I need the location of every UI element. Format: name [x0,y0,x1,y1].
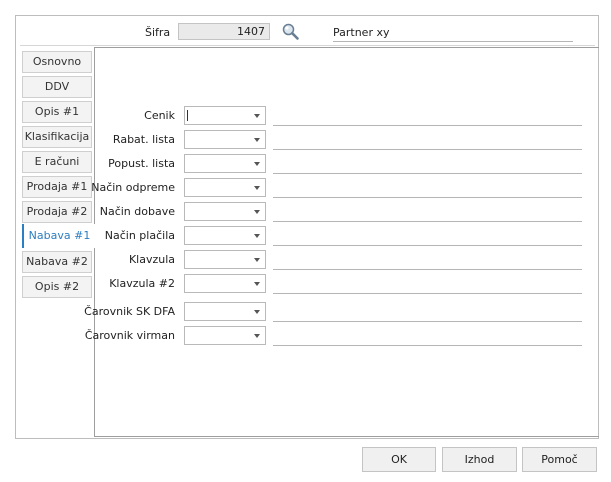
ok-button[interactable]: OK [362,447,436,472]
tab-nabava-1[interactable]: Nabava #1 [22,224,95,248]
field-label-nacin-dobave: Način dobave [99,205,175,218]
partner-underline [333,41,573,42]
tab-opis-1[interactable]: Opis #1 [22,101,92,123]
carovnik-sk-dfa-description [273,321,582,322]
klavzula-description [273,269,582,270]
chevron-down-icon [254,210,260,214]
exit-button[interactable]: Izhod [442,447,517,472]
klavzula-2-select[interactable] [184,274,266,293]
carovnik-virman-description [273,345,582,346]
cenik-select[interactable] [184,106,266,125]
field-label-nacin-odpreme: Način odpreme [91,181,175,194]
partner-name: Partner xy [333,26,390,39]
popust-lista-select[interactable] [184,154,266,173]
field-label-cenik: Cenik [144,109,175,122]
rabat-lista-description [273,149,582,150]
tab-strip: Osnovno DDV Opis #1 Klasifikacija E raču… [22,47,95,437]
chevron-down-icon [254,114,260,118]
nacin-placila-description [273,245,582,246]
help-button[interactable]: Pomoč [522,447,597,472]
tab-content-panel [94,47,599,437]
field-label-carovnik-virman: Čarovnik virman [84,329,175,342]
field-label-klavzula: Klavzula [128,253,175,266]
cenik-description [273,125,582,126]
carovnik-virman-select[interactable] [184,326,266,345]
field-label-rabat-lista: Rabat. lista [112,133,175,146]
chevron-down-icon [254,310,260,314]
tab-osnovno[interactable]: Osnovno [22,51,92,73]
field-label-klavzula-2: Klavzula #2 [109,277,175,290]
klavzula-select[interactable] [184,250,266,269]
popust-lista-description [273,173,582,174]
nacin-odpreme-description [273,197,582,198]
tab-prodaja-2[interactable]: Prodaja #2 [22,201,92,223]
search-icon[interactable] [281,22,301,42]
tab-nabava-2[interactable]: Nabava #2 [22,251,92,273]
chevron-down-icon [254,234,260,238]
chevron-down-icon [254,258,260,262]
tab-klasifikacija[interactable]: Klasifikacija [22,126,92,148]
field-label-nacin-placila: Način plačila [104,229,175,242]
chevron-down-icon [254,138,260,142]
nacin-dobave-select[interactable] [184,202,266,221]
text-caret [187,110,188,121]
sifra-field[interactable]: 1407 [178,23,270,40]
nacin-placila-select[interactable] [184,226,266,245]
sifra-label: Šifra [145,26,171,39]
tab-e-racuni[interactable]: E računi [22,151,92,173]
tab-opis-2[interactable]: Opis #2 [22,276,92,298]
nacin-dobave-description [273,221,582,222]
carovnik-sk-dfa-select[interactable] [184,302,266,321]
nacin-odpreme-select[interactable] [184,178,266,197]
chevron-down-icon [254,282,260,286]
chevron-down-icon [254,334,260,338]
rabat-lista-select[interactable] [184,130,266,149]
field-label-popust-lista: Popust. lista [108,157,175,170]
klavzula-2-description [273,293,582,294]
tab-prodaja-1[interactable]: Prodaja #1 [22,176,92,198]
field-label-carovnik-sk-dfa: Čarovnik SK DFA [84,305,175,318]
chevron-down-icon [254,162,260,166]
tab-ddv[interactable]: DDV [22,76,92,98]
chevron-down-icon [254,186,260,190]
